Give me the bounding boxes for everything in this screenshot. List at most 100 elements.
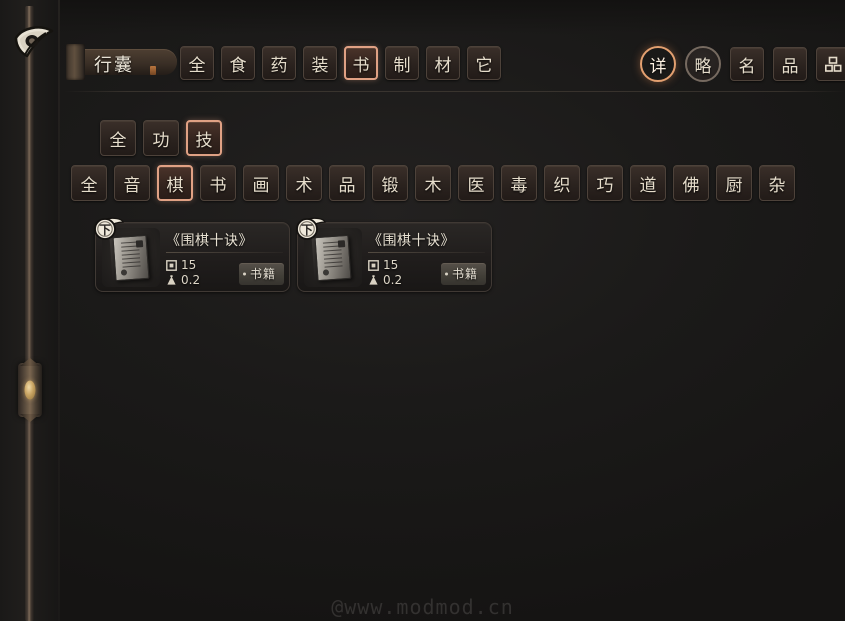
type-filter-1[interactable]: 功: [143, 120, 179, 156]
left-decorative-rail: [0, 0, 60, 621]
filter-label: 功: [152, 130, 170, 151]
top-tab-label: 全: [188, 55, 206, 76]
item-quantity-value: 15: [383, 258, 399, 272]
item-title-divider: [166, 252, 283, 253]
filter-label: 书: [209, 175, 227, 196]
top-tab-label: 制: [393, 55, 411, 76]
game-inventory-screen: 行囊 全食药装书制材它 详略名品 全功技 全音棋书画术品锻木医毒织巧道佛厨杂 下…: [0, 0, 845, 621]
skill-filter-7[interactable]: 锻: [372, 165, 408, 201]
top-tab-label: 书: [352, 55, 370, 76]
item-name: 《围棋十诀》: [368, 233, 455, 249]
quantity-icon: [368, 259, 379, 271]
skill-filter-16[interactable]: 杂: [759, 165, 795, 201]
filter-label: 厨: [725, 175, 743, 196]
item-grade-label: 下: [98, 222, 111, 237]
skill-filter-8[interactable]: 木: [415, 165, 451, 201]
weight-icon: [166, 274, 177, 286]
filter-label: 毒: [510, 175, 528, 196]
filter-label: 锻: [381, 175, 399, 196]
filter-label: 品: [338, 175, 356, 196]
top-tab-6[interactable]: 材: [426, 46, 460, 80]
item-weight: 0.2: [368, 273, 402, 287]
filter-label: 织: [553, 175, 571, 196]
skill-filter-3[interactable]: 书: [200, 165, 236, 201]
type-filter-0[interactable]: 全: [100, 120, 136, 156]
filter-label: 技: [195, 130, 213, 151]
panel-left-edge: [58, 0, 60, 621]
view-control-row: 详略名 品: [640, 46, 845, 82]
skill-filter-1[interactable]: 音: [114, 165, 150, 201]
item-grade-label: 下: [300, 222, 313, 237]
page-title: 行囊: [94, 55, 134, 76]
skill-filter-13[interactable]: 道: [630, 165, 666, 201]
item-category-tag: 书籍: [440, 263, 486, 285]
item-quantity: 15: [166, 258, 196, 272]
skill-filter-10[interactable]: 毒: [501, 165, 537, 201]
top-tab-3[interactable]: 装: [303, 46, 337, 80]
skill-filter-5[interactable]: 术: [286, 165, 322, 201]
view-control-0[interactable]: 详: [640, 46, 676, 82]
item-card[interactable]: 下《围棋十诀》 15 0.2 书籍: [94, 217, 290, 292]
top-tab-4[interactable]: 书: [344, 46, 378, 80]
top-bar: 行囊 全 食 药 装 书 制 材 它 详 略 名 品: [60, 34, 845, 92]
view-control-2[interactable]: 名: [730, 47, 764, 81]
weight-icon: [368, 274, 379, 286]
rail-ornament-knob: [18, 363, 42, 417]
grid-icon[interactable]: [816, 47, 845, 81]
item-weight-value: 0.2: [181, 273, 201, 287]
rail-bar-highlight: [28, 6, 30, 621]
skill-filter-row: 全 音 棋 书 画 术 品 锻 木医毒 织 巧 道 佛 厨 杂: [71, 165, 795, 201]
item-grid: 下《围棋十诀》 15 0.2 书籍下《围棋十诀》 15 0.2 书籍: [94, 217, 831, 292]
skill-filter-15[interactable]: 厨: [716, 165, 752, 201]
skill-filter-2[interactable]: 棋: [157, 165, 193, 201]
skill-filter-9[interactable]: 医: [458, 165, 494, 201]
top-tab-0[interactable]: 全: [180, 46, 214, 80]
skill-filter-0[interactable]: 全: [71, 165, 107, 201]
item-title-divider: [368, 252, 485, 253]
view-control-label: 名: [738, 56, 756, 77]
quantity-icon: [166, 259, 177, 271]
top-tab-label: 装: [311, 55, 329, 76]
skill-filter-4[interactable]: 画: [243, 165, 279, 201]
filter-label: 木: [424, 175, 442, 196]
top-tab-row: 全 食 药 装 书 制 材它: [180, 46, 501, 80]
view-control-label: 详: [649, 56, 667, 77]
top-tab-label: 食: [229, 55, 247, 76]
filter-label: 棋: [166, 175, 184, 196]
skill-filter-12[interactable]: 巧: [587, 165, 623, 201]
filter-label: 画: [252, 175, 270, 196]
filter-label: 巧: [596, 175, 614, 196]
item-grade-badge: 下: [94, 217, 124, 243]
item-card[interactable]: 下《围棋十诀》 15 0.2 书籍: [296, 217, 492, 292]
filter-label: 杂: [768, 175, 786, 196]
type-filter-2[interactable]: 技: [186, 120, 222, 156]
top-tab-label: 材: [434, 55, 452, 76]
skill-filter-6[interactable]: 品: [329, 165, 365, 201]
view-control-1[interactable]: 略: [685, 46, 721, 82]
item-quantity: 15: [368, 258, 398, 272]
top-tab-2[interactable]: 药: [262, 46, 296, 80]
view-control-3[interactable]: 品: [773, 47, 807, 81]
item-weight: 0.2: [166, 273, 200, 287]
panel-top-shade: [58, 0, 845, 34]
item-quantity-value: 15: [181, 258, 197, 272]
skill-filter-11[interactable]: 织: [544, 165, 580, 201]
top-tab-1[interactable]: 食: [221, 46, 255, 80]
view-control-label: 品: [781, 56, 799, 77]
filter-label: 音: [123, 175, 141, 196]
corner-ornament-eye-icon: [12, 22, 58, 66]
title-accent-mark: [150, 66, 156, 75]
top-tab-5[interactable]: 制: [385, 46, 419, 80]
item-category-tag: 书籍: [238, 263, 284, 285]
filter-label: 术: [295, 175, 313, 196]
window-title-banner: 行囊: [66, 42, 177, 82]
watermark: @www.modmod.cn: [331, 595, 514, 619]
filter-label: 道: [639, 175, 657, 196]
filter-label: 佛: [682, 175, 700, 196]
filter-label: 全: [80, 175, 98, 196]
top-tab-7[interactable]: 它: [467, 46, 501, 80]
skill-filter-14[interactable]: 佛: [673, 165, 709, 201]
item-grade-badge: 下: [296, 217, 326, 243]
top-tab-label: 药: [270, 55, 288, 76]
item-name: 《围棋十诀》: [166, 233, 253, 249]
